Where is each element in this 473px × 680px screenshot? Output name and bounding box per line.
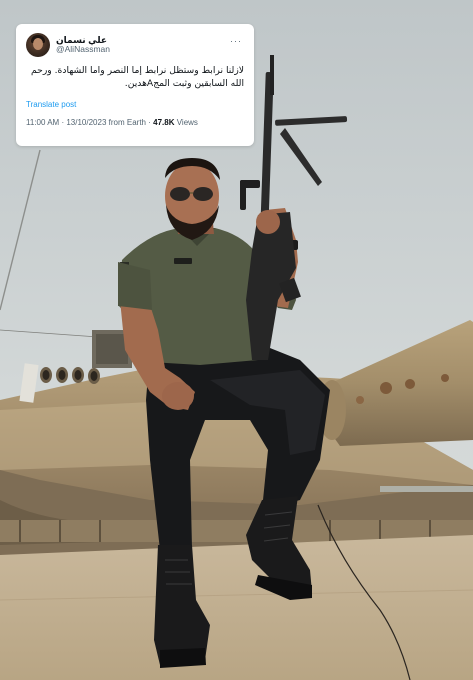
tweet-card[interactable]: علي نسمان @AliNassman ··· لازلنا نرابط و… <box>16 24 254 146</box>
author-names: علي نسمان @AliNassman <box>56 35 110 55</box>
tweet-text: لازلنا نرابط وستظل نرابط إما النصر واما … <box>26 64 244 92</box>
views-label: Views <box>176 118 198 127</box>
views-count[interactable]: 47.8K <box>153 118 174 127</box>
ground <box>0 535 473 680</box>
author-handle[interactable]: @AliNassman <box>56 45 110 55</box>
tweet-meta: 11:00 AM · 13/10/2023 from Earth · 47.8K… <box>26 118 244 127</box>
more-horizontal-icon[interactable]: ··· <box>228 36 244 46</box>
tweet-text-line-1: لازلنا نرابط وستظل نرابط إما النصر واما … <box>31 65 244 76</box>
tweet-time[interactable]: 11:00 AM <box>26 118 59 127</box>
meta-separator: · <box>61 118 65 127</box>
avatar[interactable] <box>26 33 50 57</box>
tweet-source: from Earth <box>108 118 146 127</box>
tweet-header: علي نسمان @AliNassman ··· <box>26 32 244 58</box>
meta-separator-2: · <box>148 118 151 127</box>
translate-post-link[interactable]: Translate post <box>26 100 76 109</box>
tweet-date[interactable]: 13/10/2023 <box>66 118 106 127</box>
tweet-text-line-2: الله السابقين وثبت المجAهدين. <box>124 78 244 89</box>
